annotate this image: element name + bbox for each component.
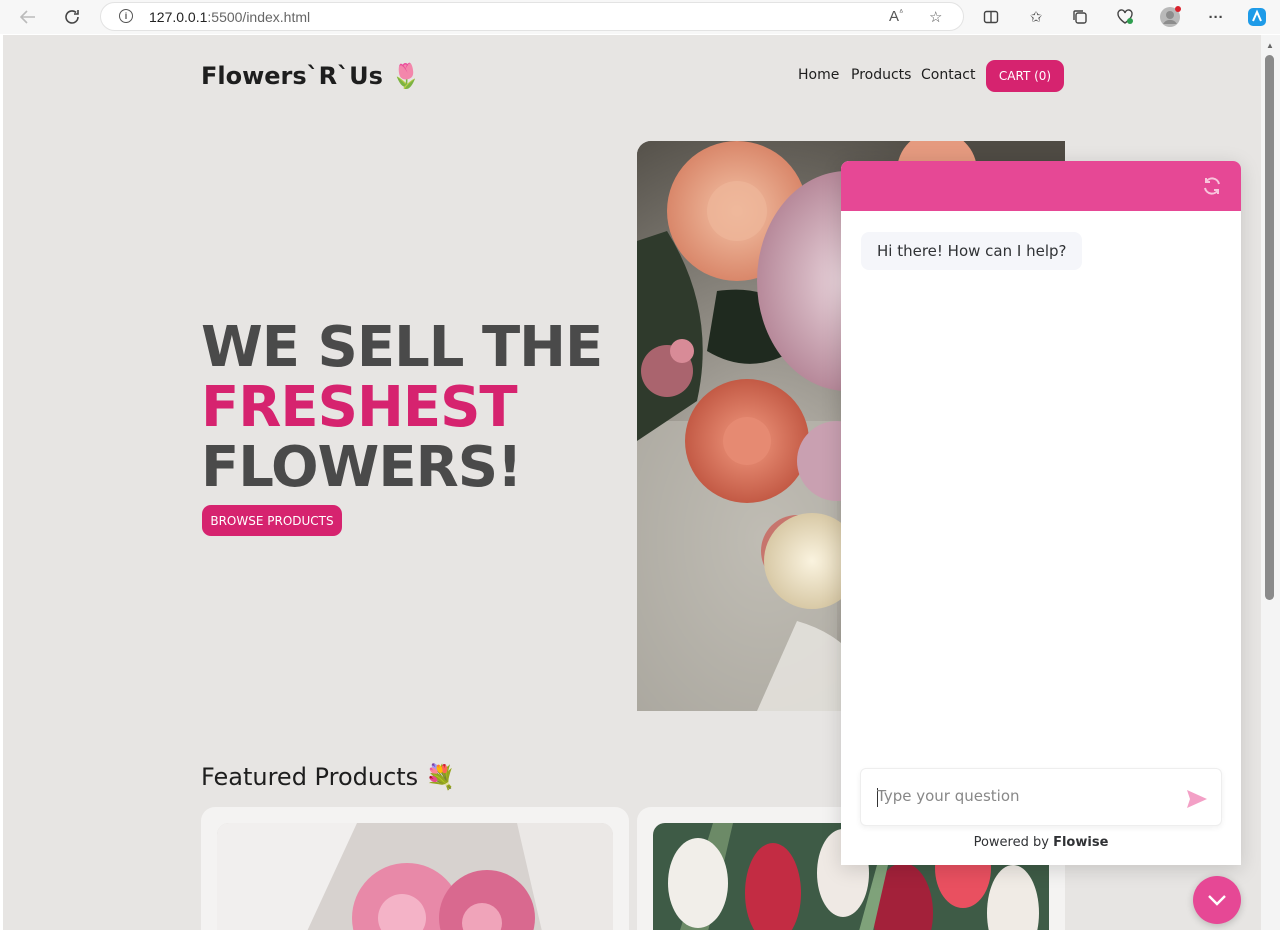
info-icon[interactable]: i <box>119 9 133 23</box>
chat-widget: Hi there! How can I help? Powered by Flo… <box>841 161 1241 865</box>
send-icon[interactable] <box>1185 788 1209 810</box>
chat-input-container[interactable] <box>860 768 1222 826</box>
chat-header <box>841 161 1241 211</box>
favorites-icon[interactable]: ✩ <box>1025 6 1047 28</box>
nav-contact[interactable]: Contact <box>921 67 975 83</box>
nav-home[interactable]: Home <box>798 67 839 83</box>
scrollbar-thumb[interactable] <box>1265 55 1274 600</box>
refresh-icon[interactable] <box>1201 175 1223 197</box>
profile-avatar-icon[interactable] <box>1159 6 1181 28</box>
browser-toolbar: i 127.0.0.1:5500/index.html Aᐞ ☆ ✩ ··· <box>0 0 1280 34</box>
split-screen-icon[interactable] <box>980 6 1002 28</box>
address-bar[interactable]: i 127.0.0.1:5500/index.html Aᐞ ☆ <box>100 2 964 31</box>
copilot-icon[interactable] <box>1246 6 1268 28</box>
collections-icon[interactable] <box>1069 6 1091 28</box>
flowise-link[interactable]: Flowise <box>1053 835 1108 850</box>
hero-line-2: FRESHEST <box>201 375 518 440</box>
chat-toggle-button[interactable] <box>1193 876 1241 924</box>
reload-icon[interactable] <box>60 6 84 28</box>
product-card[interactable] <box>201 807 629 930</box>
page-scrollbar[interactable]: ▲ <box>1261 35 1280 930</box>
hero-line-1: WE SELL THE <box>201 315 603 380</box>
more-menu-icon[interactable]: ··· <box>1205 6 1227 28</box>
favorite-star-icon[interactable]: ☆ <box>929 8 942 26</box>
hero-line-3: FLOWERS! <box>201 435 523 500</box>
brand-logo[interactable]: Flowers`R`Us 🌷 <box>201 62 421 90</box>
chevron-down-icon <box>1208 895 1226 906</box>
scroll-up-arrow-icon[interactable]: ▲ <box>1266 41 1274 50</box>
chat-greeting-message: Hi there! How can I help? <box>861 232 1083 270</box>
product-image-peonies <box>217 823 613 930</box>
powered-by-footer: Powered by Flowise <box>973 835 1109 850</box>
nav-products[interactable]: Products <box>851 67 911 83</box>
back-arrow-icon[interactable] <box>16 6 40 28</box>
browse-products-button[interactable]: BROWSE PRODUCTS <box>202 505 342 536</box>
chat-question-input[interactable] <box>877 787 1167 805</box>
featured-products-title: Featured Products 💐 <box>201 763 456 791</box>
browser-essentials-icon[interactable] <box>1114 6 1136 28</box>
read-aloud-icon[interactable]: Aᐞ <box>889 8 903 25</box>
url-text: 127.0.0.1:5500/index.html <box>149 9 311 25</box>
cart-button[interactable]: CART (0) <box>986 60 1064 92</box>
